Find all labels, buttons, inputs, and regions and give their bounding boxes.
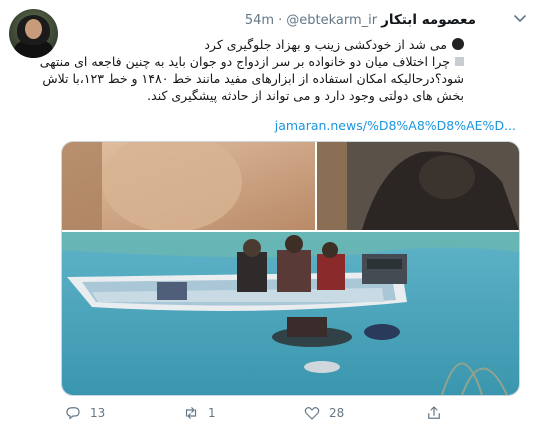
tweet-text-line-3: شود؟درحالیکه امکان استفاده از ابزارهای م… [42, 71, 464, 86]
tweet-text-line-1: می شد از خودکشی زینب و بهزاد جلوگیری کرد [44, 36, 464, 53]
like-button[interactable]: 28 [303, 404, 344, 422]
retweet-button[interactable]: 1 [182, 404, 216, 422]
reply-count: 13 [90, 406, 106, 420]
tweet-link[interactable]: jamaran.news/%D8%A8%D8%AE%D... [275, 118, 516, 133]
black-circle-icon [452, 38, 464, 50]
retweet-count: 1 [208, 406, 216, 420]
share-icon [428, 406, 440, 419]
heart-icon [304, 407, 320, 420]
tweet-header: 54m · @ebtekarm_ir معصومه ابتکار [245, 10, 476, 30]
retweet-icon [185, 407, 197, 419]
share-button[interactable] [425, 404, 443, 422]
reply-icon [66, 407, 80, 420]
small-square-icon [455, 57, 464, 66]
tweet[interactable]: 54m · @ebtekarm_ir معصومه ابتکار می شد ا… [0, 0, 536, 443]
author-handle[interactable]: @ebtekarm_ir [286, 13, 377, 28]
action-bar: 13 1 28 [0, 400, 536, 428]
like-count: 28 [329, 406, 345, 420]
tweet-text-line-4: بخش های دولتی وجود دارد و می تواند از حا… [147, 88, 464, 103]
tweet-text-line-2: چرا اختلاف میان دو خانواده بر سر ازدواج … [40, 53, 464, 70]
reply-button[interactable]: 13 [64, 404, 105, 422]
tweet-time[interactable]: 54m [245, 13, 274, 28]
chevron-down-icon[interactable] [512, 10, 528, 26]
author-name[interactable]: معصومه ابتکار [381, 12, 476, 28]
tweet-media[interactable] [61, 141, 520, 396]
separator-dot: · [278, 12, 283, 28]
media-image[interactable] [62, 142, 519, 395]
